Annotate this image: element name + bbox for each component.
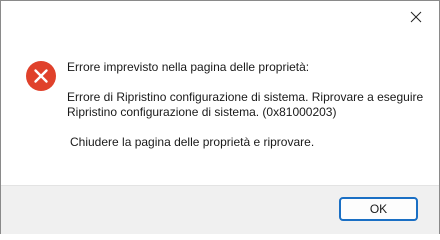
- error-icon: [26, 61, 56, 91]
- message-heading: Errore imprevisto nella pagina delle pro…: [67, 60, 310, 74]
- message-action: Chiudere la pagina delle proprietà e rip…: [70, 135, 315, 149]
- title-bar: [1, 1, 439, 33]
- message-detail: Errore di Ripristino configurazione di s…: [67, 90, 427, 120]
- dialog-content: Errore imprevisto nella pagina delle pro…: [1, 33, 439, 185]
- close-icon: [410, 11, 422, 23]
- error-dialog: Errore imprevisto nella pagina delle pro…: [0, 0, 440, 234]
- close-button[interactable]: [393, 1, 439, 33]
- message-text: Errore imprevisto nella pagina delle pro…: [67, 60, 427, 150]
- message-detail-line2: Ripristino configurazione di sistema. (0…: [67, 105, 337, 119]
- button-bar: OK: [1, 185, 439, 234]
- message-detail-line1: Errore di Ripristino configurazione di s…: [67, 90, 424, 104]
- ok-button[interactable]: OK: [339, 197, 418, 221]
